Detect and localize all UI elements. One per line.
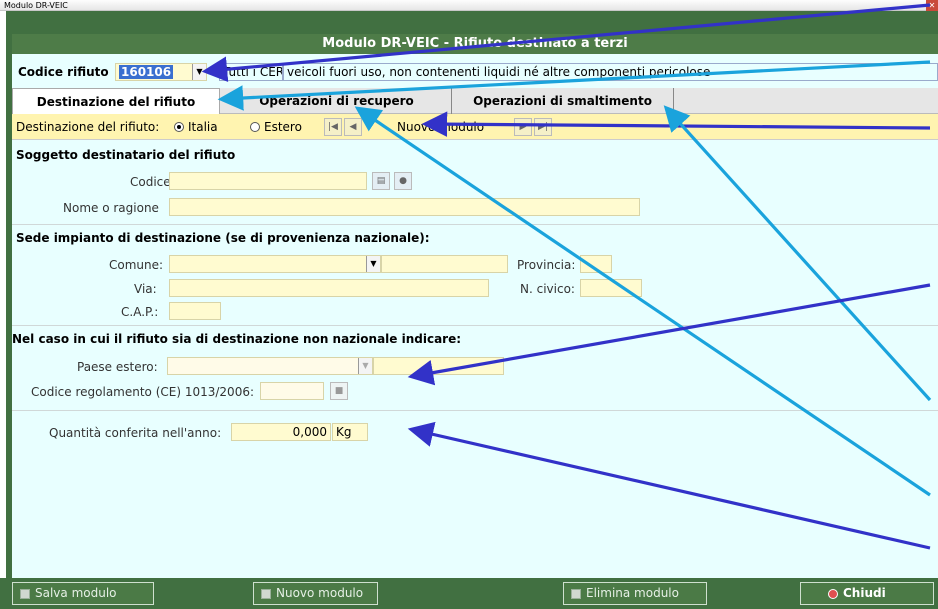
arrow-to-navigation	[421, 111, 931, 137]
arrow-to-quantita	[407, 421, 931, 550]
arrow-to-tab-smaltimento	[663, 105, 932, 402]
arrow-to-paese-estero	[407, 283, 931, 386]
app-window: Modulo DR-VEIC ✕ Modulo DR-VEIC - Rifiut…	[0, 0, 938, 609]
arrow-to-codice-rifiuto	[201, 3, 931, 82]
arrow-to-tab-destinazione	[217, 60, 931, 111]
annotation-arrows	[201, 3, 932, 550]
